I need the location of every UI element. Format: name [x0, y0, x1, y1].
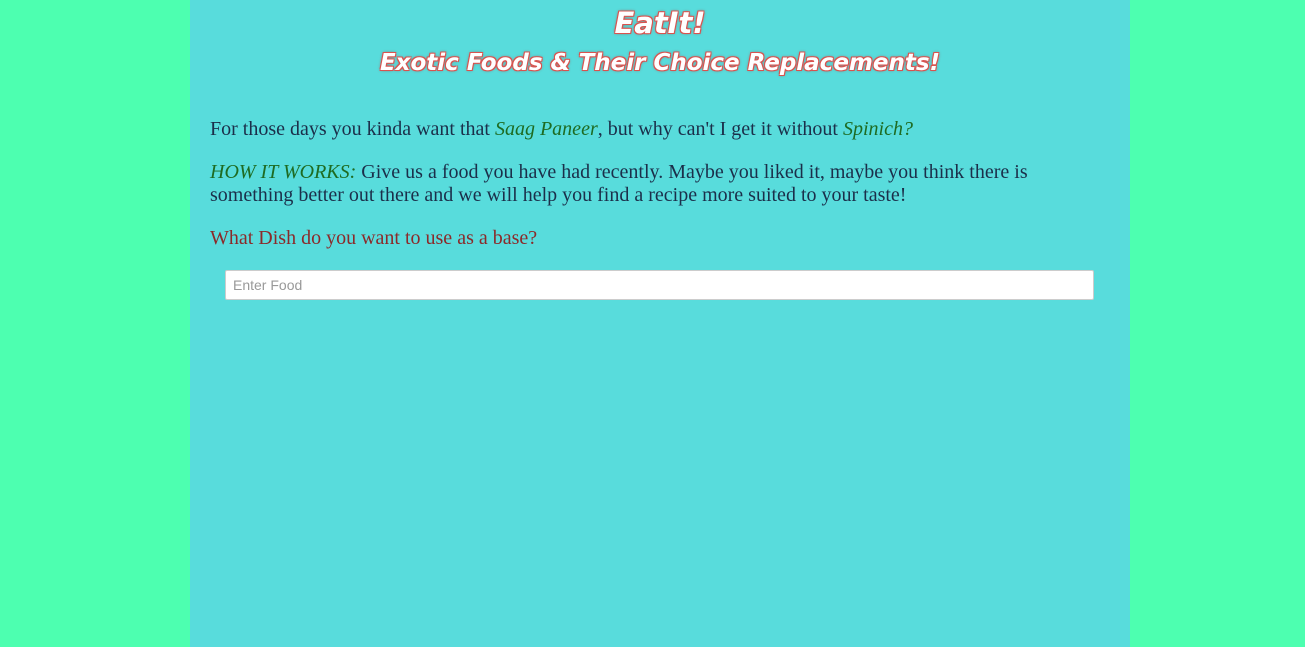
intro-dish: Saag Paneer — [494, 118, 598, 140]
intro-middle: , but why can't I get it without — [597, 118, 843, 140]
food-search-input[interactable] — [225, 270, 1094, 300]
site-title: EatIt! — [614, 6, 706, 40]
how-it-works-paragraph: HOW IT WORKS: Give us a food you have ha… — [210, 161, 1090, 207]
base-dish-question: What Dish do you want to use as a base? — [210, 227, 538, 249]
intro-paragraph: For those days you kinda want that Saag … — [210, 118, 1090, 141]
main-panel: EatIt! Exotic Foods & Their Choice Repla… — [190, 0, 1130, 647]
how-it-works-label: HOW IT WORKS: — [210, 161, 357, 183]
intro-prefix: For those days you kinda want that — [210, 118, 495, 140]
intro-ingredient: Spinich? — [842, 118, 913, 140]
site-subtitle: Exotic Foods & Their Choice Replacements… — [379, 50, 941, 76]
